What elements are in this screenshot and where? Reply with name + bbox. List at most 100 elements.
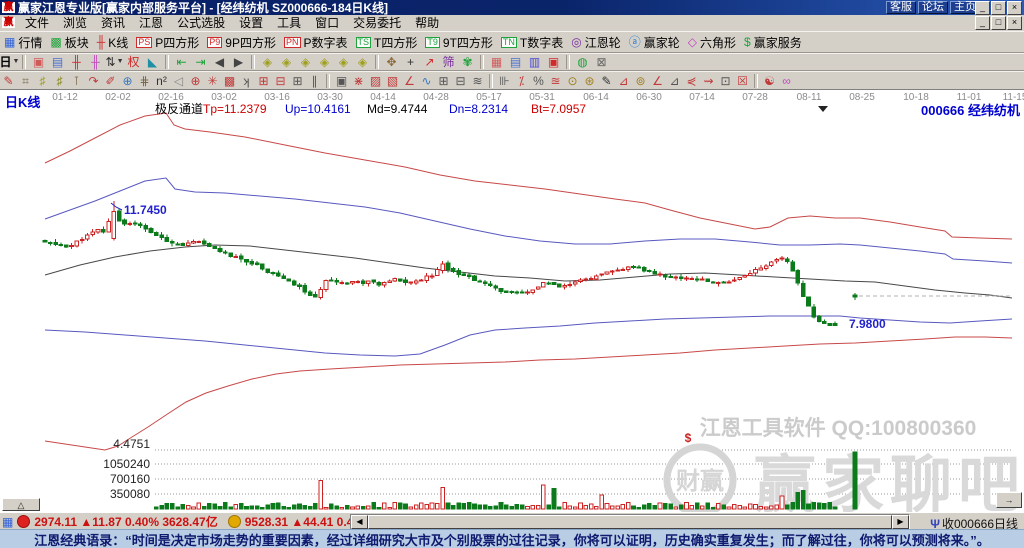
cross-box-icon[interactable]: ☒ (734, 73, 751, 88)
parallel-lines-icon[interactable]: ≋ (469, 73, 486, 88)
expand-volume-button[interactable]: △ (2, 498, 40, 511)
fan-lines-icon[interactable]: ⋞ (683, 73, 700, 88)
n-square-icon[interactable]: n² (153, 73, 170, 88)
toolbar-winner-service[interactable]: $ 赢家服务 (740, 33, 806, 51)
restore-button[interactable]: □ (991, 1, 1006, 15)
black-grid-icon[interactable]: ⊞ (289, 73, 306, 88)
shenzhen-index-icon[interactable] (227, 515, 241, 528)
candle-style-icon[interactable]: ⇅ ▼ (105, 55, 124, 70)
smart-analysis-icon[interactable]: ✾ (458, 55, 477, 70)
calendar-icon[interactable]: ▦ (487, 55, 506, 70)
zoom-out-icon[interactable]: ◈ (277, 55, 296, 70)
angle-line-icon[interactable]: ∠ (401, 73, 418, 88)
chart-area[interactable]: 江恩工具软件 QQ:100800360 赢家聊吧 财赢 01-12 02-02 02-16… (0, 89, 1024, 520)
scrollbar-right-arrow-icon[interactable]: ▶ (892, 515, 909, 529)
close-button[interactable]: × (1007, 1, 1022, 15)
shanghai-index-quote[interactable]: 2974.11 ▲11.87 0.40% 3628.47亿 (34, 513, 217, 530)
save-icon[interactable]: ▣ (544, 55, 563, 70)
title-link-1[interactable]: 论坛 (918, 1, 948, 14)
red-grid2-icon[interactable]: ⊟ (272, 73, 289, 88)
shanghai-index-icon[interactable] (17, 515, 31, 528)
draw-pen-icon[interactable]: ✎ (0, 73, 17, 88)
calculator-icon[interactable]: ▤ (506, 55, 525, 70)
box-select-icon[interactable]: ▣ (333, 73, 350, 88)
toolbar-p-number-table[interactable]: PN P数字表 (280, 33, 352, 51)
menu-交易委托[interactable]: 交易委托 (346, 14, 408, 31)
triangle-left-icon[interactable]: ◁ (170, 73, 187, 88)
net-update-icon[interactable]: ◍ (573, 55, 592, 70)
hand-tool-icon[interactable]: ✥ (382, 55, 401, 70)
last-page-icon[interactable]: ⇥ (191, 55, 210, 70)
toolbar-sectors[interactable]: ▩ 板块 (46, 33, 92, 51)
wedge-icon[interactable]: ⊿ (666, 73, 683, 88)
rights-adjust-icon[interactable]: 权 (124, 55, 143, 70)
multi-screen-icon[interactable]: ▣ (29, 55, 48, 70)
title-link-0[interactable]: 客服 (886, 1, 916, 14)
minimize-button[interactable]: _ (975, 1, 990, 15)
grid-dense-icon[interactable]: ⊞ (435, 73, 452, 88)
move-tool-icon[interactable]: ⇝ (700, 73, 717, 88)
period-day-button[interactable]: 日 ▼ (0, 55, 19, 70)
menu-江恩[interactable]: 江恩 (132, 14, 170, 31)
ray-fan-icon[interactable]: ⋇ (350, 73, 367, 88)
send-to-pc-icon[interactable]: ⊠ (592, 55, 611, 70)
yin-yang-icon[interactable]: ☯ (761, 73, 778, 88)
crosshair-tool-icon[interactable]: + (401, 55, 420, 70)
starburst-icon[interactable]: ✳ (204, 73, 221, 88)
dense-grid-icon[interactable]: ⋕ (136, 73, 153, 88)
kline-small-icon[interactable]: ╫ (67, 55, 86, 70)
memo-icon[interactable]: ▥ (525, 55, 544, 70)
k-mark-icon[interactable]: ʞ (238, 73, 255, 88)
toolbar-kline[interactable]: ╫ K线 (93, 33, 133, 51)
menu-工具[interactable]: 工具 (270, 14, 308, 31)
time-cycle-grid-icon[interactable]: ⌗ (17, 73, 34, 88)
golden-pen-icon[interactable]: ✎ (598, 73, 615, 88)
first-page-icon[interactable]: ⇤ (172, 55, 191, 70)
zoom-in-icon[interactable]: ◈ (296, 55, 315, 70)
expand-v-icon[interactable]: ◈ (334, 55, 353, 70)
child-restore-button[interactable]: □ (991, 16, 1006, 30)
arc-tool-icon[interactable]: ↷ (85, 73, 102, 88)
toolbar-gann-wheel[interactable]: ◎ 江恩轮 (567, 33, 625, 51)
menu-浏览[interactable]: 浏览 (56, 14, 94, 31)
column-divider-icon[interactable]: ∥ (306, 73, 323, 88)
child-close-button[interactable]: × (1007, 16, 1022, 30)
toolbar-9t-square[interactable]: T9 9T四方形 (421, 33, 497, 51)
scrollbar-thumb[interactable] (368, 515, 892, 529)
compress-v-icon[interactable]: ◈ (353, 55, 372, 70)
angle-red-icon[interactable]: ∠ (649, 73, 666, 88)
menu-公式选股[interactable]: 公式选股 (170, 14, 232, 31)
shaded-box-icon[interactable]: ▩ (221, 73, 238, 88)
toolbar-hexagon[interactable]: ◇ 六角形 (684, 33, 740, 51)
horizontal-scrollbar[interactable]: ◀ ▶ (350, 514, 910, 530)
percent-lines-icon[interactable]: ≊ (547, 73, 564, 88)
percent-slash-icon[interactable]: ⁒ (513, 73, 530, 88)
shade-b-icon[interactable]: ▧ (384, 73, 401, 88)
boxed-icon[interactable]: ⊡ (717, 73, 734, 88)
indicator-flag-icon[interactable]: ◣ (143, 55, 162, 70)
zoom-full-icon[interactable]: ◈ (258, 55, 277, 70)
scrollbar-left-arrow-icon[interactable]: ◀ (351, 515, 368, 529)
menu-帮助[interactable]: 帮助 (408, 14, 446, 31)
menu-设置[interactable]: 设置 (232, 14, 270, 31)
quotes-grid-icon[interactable]: ▦ (2, 515, 13, 529)
toolbar-t-square[interactable]: TS T四方形 (352, 33, 422, 51)
menu-资讯[interactable]: 资讯 (94, 14, 132, 31)
shade-a-icon[interactable]: ▨ (367, 73, 384, 88)
red-grid-icon[interactable]: ⊞ (255, 73, 272, 88)
stock-filter-icon[interactable]: 筛 (439, 55, 458, 70)
child-minimize-button[interactable]: _ (975, 16, 990, 30)
pyramid-icon[interactable]: ⊿ (615, 73, 632, 88)
toolbar-quotes[interactable]: ▦ 行情 (0, 33, 46, 51)
menu-窗口[interactable]: 窗口 (308, 14, 346, 31)
next-bar-icon[interactable]: ▶ (229, 55, 248, 70)
golden-section-icon[interactable]: ⊙ (564, 73, 581, 88)
kline-large-icon[interactable]: ╫ (86, 55, 105, 70)
toolbar-winner-wheel[interactable]: ⓐ 赢家轮 (625, 33, 684, 51)
scroll-right-button[interactable]: → (996, 492, 1022, 508)
grid-page-icon[interactable]: ⊟ (452, 73, 469, 88)
gann-grid-down-icon[interactable]: ♯ (51, 73, 68, 88)
trendline-tool-icon[interactable]: ↗ (420, 55, 439, 70)
piano-lines-icon[interactable]: ⊪ (496, 73, 513, 88)
toolbar-t-number-table[interactable]: TN T数字表 (497, 33, 567, 51)
